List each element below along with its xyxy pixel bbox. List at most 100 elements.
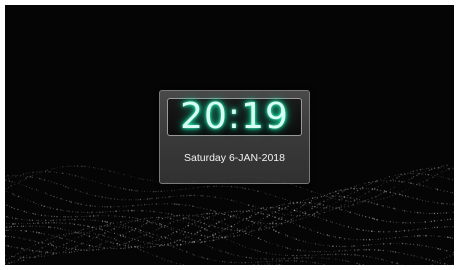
clock-widget[interactable]: 20:19 Saturday 6-JAN-2018 [159,90,310,184]
wave-particle [163,226,166,228]
wave-particle [198,225,200,227]
wave-particle [194,222,196,224]
wave-particle [29,253,31,255]
wave-particle [236,186,238,188]
wave-particle [142,219,144,221]
wave-particle [320,263,322,265]
wave-particle [359,202,361,204]
wave-particle [325,257,327,259]
wave-particle [86,219,88,221]
wave-particle [412,183,415,185]
wave-particle [354,212,356,214]
wave-particle [171,203,173,205]
wave-particle [214,210,217,213]
wave-particle [258,228,260,231]
wave-particle [5,175,7,177]
wave-particle [292,202,294,204]
wave-particle [145,231,148,234]
wave-particle [448,167,450,170]
wave-particle [269,252,271,255]
wave-particle [18,237,20,239]
wave-particle [166,203,169,205]
wave-particle [206,185,209,188]
wave-particle [419,221,421,224]
wave-particle [98,246,100,248]
wave-particle [356,198,358,200]
wave-particle [331,197,333,199]
wave-particle [268,258,270,260]
wave-particle [443,212,445,214]
wave-particle [298,239,300,242]
wave-particle [236,213,238,215]
wave-particle [43,233,45,235]
wave-particle [176,203,178,205]
wave-particle [204,240,206,243]
wave-particle [259,222,262,224]
wave-particle [192,205,194,207]
wave-particle [54,171,56,173]
wave-particle [128,230,131,233]
wave-particle [113,206,115,208]
wave-particle [151,220,153,222]
wave-particle [434,175,436,177]
wave-particle [144,244,146,245]
wave-particle [317,250,319,253]
wave-particle [122,227,124,229]
wave-particle [227,228,229,230]
wave-particle [178,229,180,231]
wave-particle [276,263,278,265]
wave-particle [43,226,45,228]
wave-particle [419,212,421,214]
wave-particle [110,185,112,187]
wave-particle [263,228,265,230]
wave-particle [236,262,237,264]
wave-particle [293,257,296,259]
wave-particle [91,211,93,214]
wave-particle [70,230,72,232]
wave-particle [209,218,210,220]
wave-particle [257,190,259,193]
wave-particle [271,222,274,225]
wave-particle [91,205,93,207]
wave-particle [109,223,112,225]
wave-particle [139,218,141,221]
wave-particle [134,228,137,230]
wave-particle [86,249,88,251]
wave-particle [371,230,373,232]
wave-particle [107,211,109,213]
wave-particle [219,212,220,214]
wave-particle [357,201,359,203]
wave-particle [153,246,155,248]
wave-particle [268,214,271,217]
wave-particle [65,251,67,254]
wave-particle [348,202,350,204]
wave-particle [170,227,172,228]
wave-particle [346,254,349,256]
wave-particle [99,227,100,229]
wave-particle [186,194,188,197]
wave-particle [70,215,73,218]
wave-particle [451,179,453,181]
wave-particle [39,225,41,227]
wave-particle [146,203,148,206]
wave-particle [23,249,25,252]
wave-particle [142,246,144,248]
wave-particle [286,221,288,223]
wave-particle [167,227,169,229]
wave-particle [293,209,296,212]
wave-particle [284,207,286,210]
wave-particle [197,215,199,217]
wave-particle [106,221,108,223]
wave-particle [278,263,281,265]
wave-particle [206,217,208,219]
wave-particle [292,254,294,257]
wave-particle [107,184,110,187]
wave-particle [221,237,223,239]
wave-particle [349,211,352,214]
wave-particle [94,237,96,239]
wave-particle [380,249,381,251]
wave-particle [173,241,176,243]
wave-particle [40,178,42,180]
wave-particle [311,257,313,259]
wave-particle [149,210,151,212]
